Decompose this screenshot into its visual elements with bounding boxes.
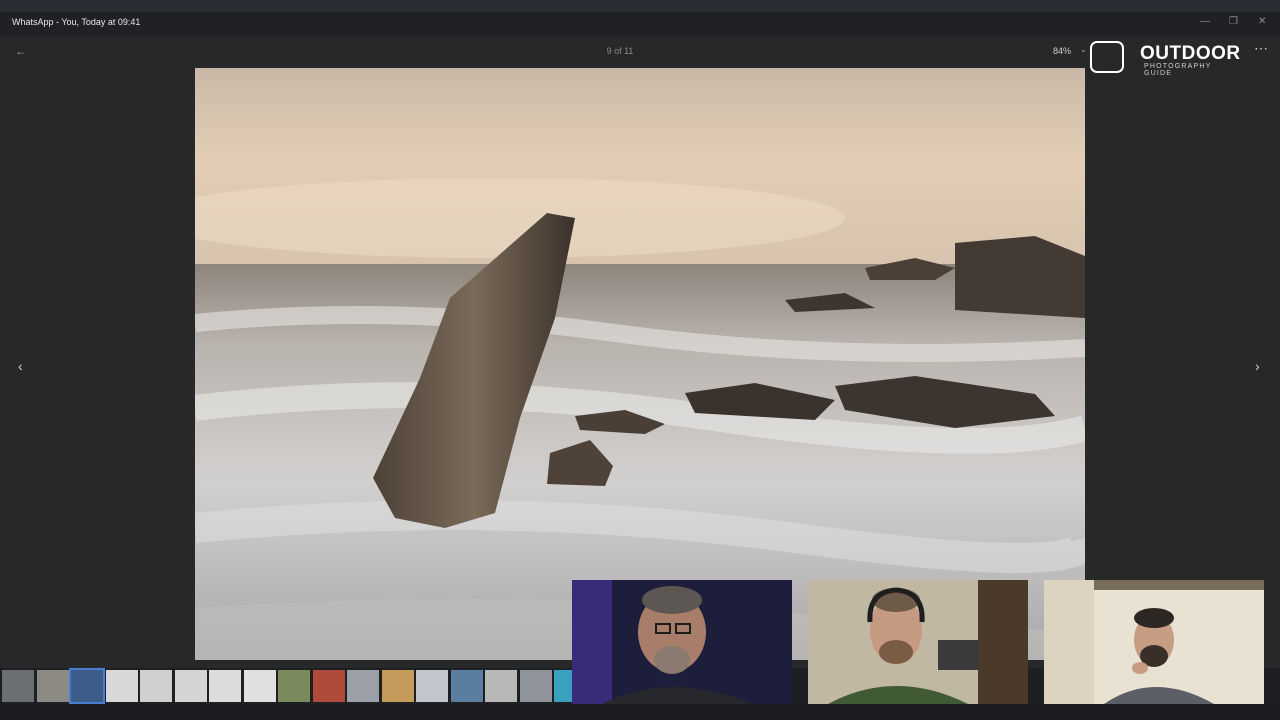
brand-logo-icon: [1090, 41, 1124, 73]
chevron-left-icon[interactable]: ‹: [18, 358, 23, 374]
restore-icon[interactable]: ❐: [1229, 16, 1238, 27]
thumbnail-5[interactable]: [140, 670, 172, 702]
video-tile-participant-2: [808, 580, 1028, 704]
thumbnail-2[interactable]: [36, 670, 69, 702]
brand-subtitle: PHOTOGRAPHY GUIDE: [1144, 63, 1212, 77]
thumbnail-16[interactable]: [519, 670, 552, 702]
zoom-level[interactable]: 84%: [1053, 46, 1071, 56]
thumbnail-4[interactable]: [105, 670, 138, 702]
thumbnail-6[interactable]: [174, 670, 207, 702]
thumbnail-12[interactable]: [381, 670, 414, 702]
thumbnail-11[interactable]: [347, 670, 379, 702]
thumbnail-10[interactable]: [312, 670, 345, 702]
thumbnail-strip: [0, 668, 586, 704]
brand-logo: OUTDOOR PHOTOGRAPHY GUIDE: [1090, 41, 1241, 77]
minimize-icon[interactable]: —: [1200, 16, 1210, 27]
chevron-down-icon[interactable]: ⌄: [1080, 45, 1087, 54]
main-photo: [195, 68, 1085, 660]
thumbnail-8[interactable]: [243, 670, 276, 702]
thumbnail-13[interactable]: [416, 670, 448, 702]
thumbnail-15[interactable]: [485, 670, 517, 702]
window-title: WhatsApp - You, Today at 09:41: [12, 17, 141, 27]
top-strip: [0, 0, 1280, 12]
more-options-icon[interactable]: ⋯: [1254, 40, 1268, 57]
brand-name: OUTDOOR: [1140, 43, 1241, 64]
thumbnail-7[interactable]: [209, 670, 241, 702]
video-tile-participant-3: [1044, 580, 1264, 704]
bottom-bar: [0, 704, 1280, 720]
thumbnail-3[interactable]: [69, 668, 105, 704]
close-icon[interactable]: ✕: [1258, 16, 1266, 27]
title-bar: WhatsApp - You, Today at 09:41 — ❐ ✕: [0, 12, 1280, 36]
chevron-right-icon[interactable]: ›: [1255, 358, 1260, 374]
thumbnail-9[interactable]: [278, 670, 310, 702]
video-tile-participant-1: [572, 580, 792, 704]
thumbnail-1[interactable]: [2, 670, 34, 702]
thumbnail-14[interactable]: [450, 670, 483, 702]
